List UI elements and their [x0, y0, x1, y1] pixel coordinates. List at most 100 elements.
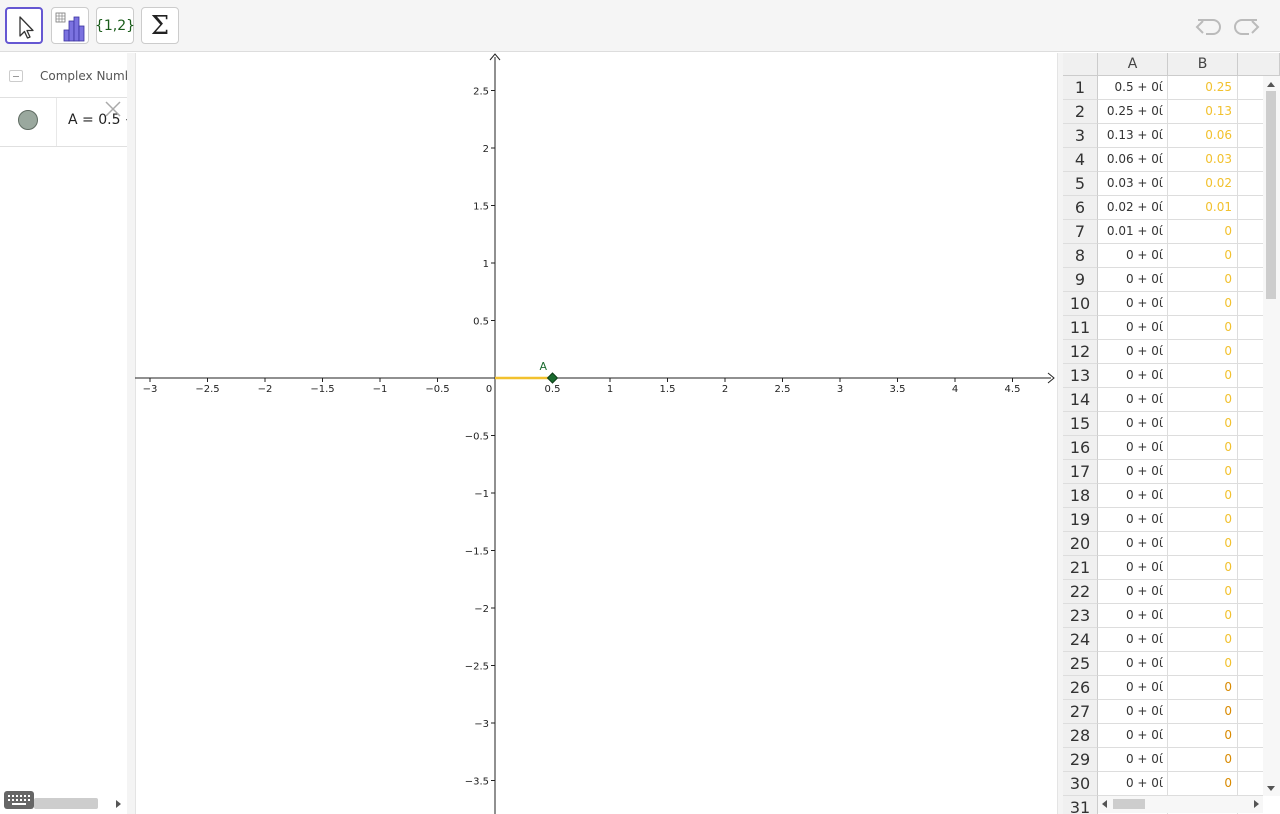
- cell-b[interactable]: 0: [1168, 748, 1238, 772]
- row-header[interactable]: 12: [1063, 340, 1098, 364]
- row-header[interactable]: 15: [1063, 412, 1098, 436]
- cell-b[interactable]: 0: [1168, 532, 1238, 556]
- cell-a[interactable]: 0 + 0ί: [1098, 364, 1168, 388]
- cell-b[interactable]: 0: [1168, 436, 1238, 460]
- cell-b[interactable]: 0: [1168, 724, 1238, 748]
- row-header[interactable]: 24: [1063, 628, 1098, 652]
- cell-b[interactable]: 0: [1168, 508, 1238, 532]
- column-header-c[interactable]: [1238, 53, 1280, 76]
- cell-c[interactable]: [1238, 508, 1266, 532]
- cell-c[interactable]: [1238, 292, 1266, 316]
- cell-b[interactable]: 0: [1168, 580, 1238, 604]
- cell-b[interactable]: 0: [1168, 412, 1238, 436]
- cell-b[interactable]: 0.02: [1168, 172, 1238, 196]
- cell-c[interactable]: [1238, 436, 1266, 460]
- row-header[interactable]: 20: [1063, 532, 1098, 556]
- cell-a[interactable]: 0 + 0ί: [1098, 508, 1168, 532]
- cell-c[interactable]: [1238, 220, 1266, 244]
- cell-a[interactable]: 0 + 0ί: [1098, 412, 1168, 436]
- cell-a[interactable]: 0 + 0ί: [1098, 676, 1168, 700]
- cell-b[interactable]: 0: [1168, 700, 1238, 724]
- cell-a[interactable]: 0 + 0ί: [1098, 604, 1168, 628]
- row-header[interactable]: 29: [1063, 748, 1098, 772]
- row-header[interactable]: 8: [1063, 244, 1098, 268]
- cell-a[interactable]: 0.5 + 0ί: [1098, 76, 1168, 100]
- row-header[interactable]: 18: [1063, 484, 1098, 508]
- row-header[interactable]: 31: [1063, 796, 1098, 814]
- row-header[interactable]: 21: [1063, 556, 1098, 580]
- cell-a[interactable]: 0 + 0ί: [1098, 724, 1168, 748]
- cell-a[interactable]: 0 + 0ί: [1098, 460, 1168, 484]
- scroll-left-icon[interactable]: [1102, 800, 1107, 808]
- cell-b[interactable]: 0: [1168, 460, 1238, 484]
- point-a[interactable]: [546, 372, 559, 384]
- row-header[interactable]: 1: [1063, 76, 1098, 100]
- row-header[interactable]: 30: [1063, 772, 1098, 796]
- row-header[interactable]: 5: [1063, 172, 1098, 196]
- row-header[interactable]: 4: [1063, 148, 1098, 172]
- cell-a[interactable]: 0.03 + 0ί: [1098, 172, 1168, 196]
- cell-a[interactable]: 0 + 0ί: [1098, 436, 1168, 460]
- row-header[interactable]: 2: [1063, 100, 1098, 124]
- row-header[interactable]: 22: [1063, 580, 1098, 604]
- row-header[interactable]: 17: [1063, 460, 1098, 484]
- row-header[interactable]: 3: [1063, 124, 1098, 148]
- row-header[interactable]: 9: [1063, 268, 1098, 292]
- row-header[interactable]: 27: [1063, 700, 1098, 724]
- cell-b[interactable]: 0: [1168, 604, 1238, 628]
- cell-a[interactable]: 0 + 0ί: [1098, 700, 1168, 724]
- move-tool-button[interactable]: [5, 7, 43, 44]
- row-header[interactable]: 11: [1063, 316, 1098, 340]
- cell-a[interactable]: 0 + 0ί: [1098, 652, 1168, 676]
- cell-b[interactable]: 0.01: [1168, 196, 1238, 220]
- cell-c[interactable]: [1238, 388, 1266, 412]
- cell-c[interactable]: [1238, 580, 1266, 604]
- cell-c[interactable]: [1238, 676, 1266, 700]
- algebra-horizontal-scrollbar[interactable]: [34, 798, 98, 809]
- cell-a[interactable]: 0 + 0ί: [1098, 388, 1168, 412]
- cell-b[interactable]: 0: [1168, 316, 1238, 340]
- close-icon[interactable]: [104, 100, 122, 118]
- cell-a[interactable]: 0 + 0ί: [1098, 292, 1168, 316]
- cell-c[interactable]: [1238, 244, 1266, 268]
- cell-c[interactable]: [1238, 724, 1266, 748]
- cell-a[interactable]: 0 + 0ί: [1098, 244, 1168, 268]
- row-header[interactable]: 28: [1063, 724, 1098, 748]
- cell-c[interactable]: [1238, 412, 1266, 436]
- scroll-right-icon[interactable]: [116, 800, 121, 808]
- cell-b[interactable]: 0: [1168, 676, 1238, 700]
- keyboard-icon[interactable]: [4, 791, 34, 809]
- row-header[interactable]: 13: [1063, 364, 1098, 388]
- graphics-canvas[interactable]: −3 −2.5 −2 −1.5 −1 −0.5 0 0.5 1 1.5 2 2.5 3 3.5 4 4.5 0.…: [135, 53, 1057, 814]
- cell-a[interactable]: 0.25 + 0ί: [1098, 100, 1168, 124]
- row-header[interactable]: 6: [1063, 196, 1098, 220]
- cell-c[interactable]: [1238, 268, 1266, 292]
- cell-a[interactable]: 0 + 0ί: [1098, 748, 1168, 772]
- spreadsheet-corner[interactable]: [1063, 53, 1098, 76]
- cell-b[interactable]: 0: [1168, 292, 1238, 316]
- cell-a[interactable]: 0 + 0ί: [1098, 268, 1168, 292]
- cell-c[interactable]: [1238, 172, 1266, 196]
- cell-b[interactable]: 0: [1168, 484, 1238, 508]
- undo-icon[interactable]: [1194, 12, 1224, 42]
- cell-c[interactable]: [1238, 748, 1266, 772]
- cell-b[interactable]: 0: [1168, 652, 1238, 676]
- cell-b[interactable]: 0: [1168, 220, 1238, 244]
- cell-c[interactable]: [1238, 604, 1266, 628]
- cell-b[interactable]: 0.03: [1168, 148, 1238, 172]
- cell-c[interactable]: [1238, 652, 1266, 676]
- cell-a[interactable]: 0 + 0ί: [1098, 316, 1168, 340]
- cell-b[interactable]: 0: [1168, 340, 1238, 364]
- row-header[interactable]: 25: [1063, 652, 1098, 676]
- cell-a[interactable]: 0.06 + 0ί: [1098, 148, 1168, 172]
- cell-a[interactable]: 0.02 + 0ί: [1098, 196, 1168, 220]
- list-tool-button[interactable]: {1,2}: [95, 7, 135, 44]
- cell-b[interactable]: 0.13: [1168, 100, 1238, 124]
- cell-c[interactable]: [1238, 340, 1266, 364]
- cell-a[interactable]: 0 + 0ί: [1098, 772, 1168, 796]
- graphics-view[interactable]: −3 −2.5 −2 −1.5 −1 −0.5 0 0.5 1 1.5 2 2.5 3 3.5 4 4.5 0.…: [135, 53, 1057, 814]
- cell-c[interactable]: [1238, 484, 1266, 508]
- row-header[interactable]: 10: [1063, 292, 1098, 316]
- row-header[interactable]: 19: [1063, 508, 1098, 532]
- cell-a[interactable]: 0.13 + 0ί: [1098, 124, 1168, 148]
